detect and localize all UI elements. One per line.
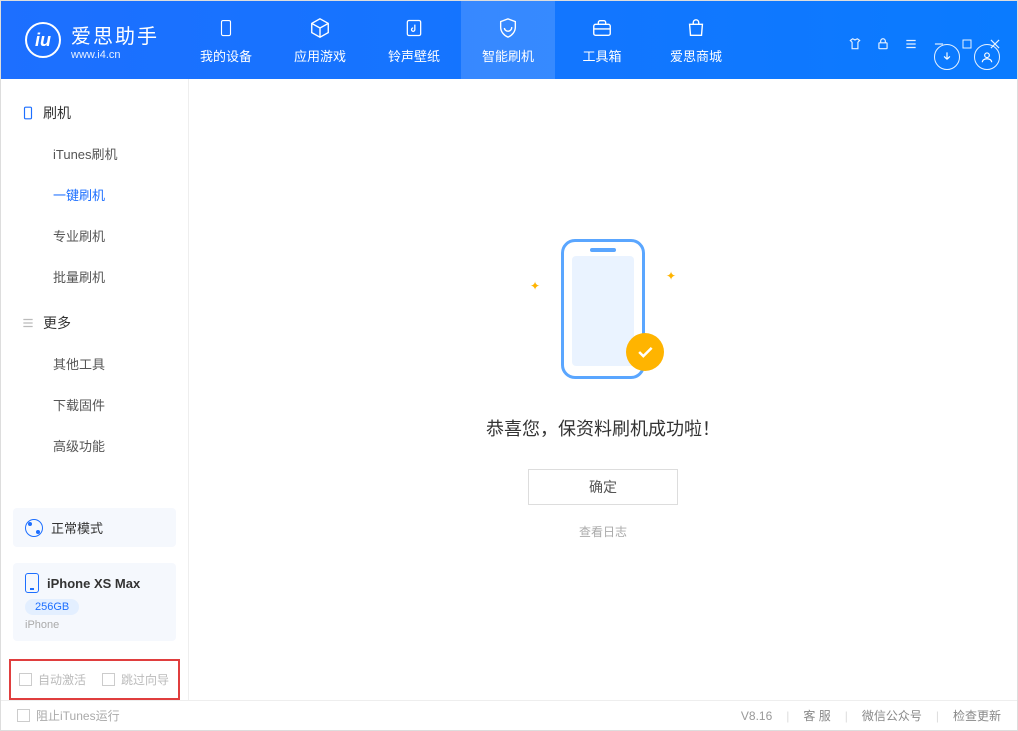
mode-text: 正常模式 <box>51 518 103 537</box>
lock-icon[interactable] <box>875 36 891 52</box>
checkbox-icon <box>102 673 115 686</box>
footer-link-wechat[interactable]: 微信公众号 <box>862 707 922 724</box>
logo-icon: iu <box>25 22 61 58</box>
checkbox-skip-guide[interactable]: 跳过向导 <box>102 671 169 688</box>
check-badge-icon <box>626 333 664 371</box>
tab-apps-games[interactable]: 应用游戏 <box>273 1 367 79</box>
bag-icon <box>684 16 708 40</box>
ok-button[interactable]: 确定 <box>528 469 678 505</box>
sidebar-item-other-tools[interactable]: 其他工具 <box>1 343 188 384</box>
sidebar-section-flash: 刷机 <box>1 93 188 133</box>
sidebar-item-advanced[interactable]: 高级功能 <box>1 425 188 466</box>
section-title: 更多 <box>43 313 71 333</box>
device-type: iPhone <box>25 619 164 631</box>
tab-ringtones-wallpapers[interactable]: 铃声壁纸 <box>367 1 461 79</box>
device-storage-badge: 256GB <box>25 599 79 615</box>
checkbox-icon <box>17 709 30 722</box>
mode-icon <box>25 519 43 537</box>
sidebar-item-download-firmware[interactable]: 下载固件 <box>1 384 188 425</box>
tab-label: 工具箱 <box>582 46 621 65</box>
footer-link-update[interactable]: 检查更新 <box>953 707 1001 724</box>
sparkle-icon: ✦ <box>530 279 540 293</box>
separator: | <box>845 709 848 723</box>
sidebar-item-oneclick-flash[interactable]: 一键刷机 <box>1 174 188 215</box>
tab-store[interactable]: 爱思商城 <box>649 1 743 79</box>
main-content: ✦ ✦ 恭喜您，保资料刷机成功啦！ 确定 查看日志 <box>189 79 1017 700</box>
phone-icon <box>21 104 35 122</box>
toolbox-icon <box>590 16 614 40</box>
version-label: V8.16 <box>741 709 772 723</box>
success-message: 恭喜您，保资料刷机成功啦！ <box>486 415 720 441</box>
checkbox-auto-activate[interactable]: 自动激活 <box>19 671 86 688</box>
success-illustration: ✦ ✦ <box>538 239 668 389</box>
mode-status: 正常模式 <box>13 508 176 547</box>
sidebar-section-more: 更多 <box>1 303 188 343</box>
refresh-shield-icon <box>496 16 520 40</box>
app-url: www.i4.cn <box>71 49 159 61</box>
list-icon <box>21 316 35 330</box>
download-icon[interactable] <box>934 44 960 70</box>
app-logo: iu 爱思助手 www.i4.cn <box>1 20 179 61</box>
checkbox-label: 跳过向导 <box>121 671 169 688</box>
tab-label: 智能刷机 <box>482 46 534 65</box>
tab-smart-flash[interactable]: 智能刷机 <box>461 1 555 79</box>
footer-link-support[interactable]: 客 服 <box>803 707 830 724</box>
tab-label: 铃声壁纸 <box>388 46 440 65</box>
section-title: 刷机 <box>43 103 71 123</box>
tab-label: 应用游戏 <box>294 46 346 65</box>
tab-label: 爱思商城 <box>670 46 722 65</box>
sidebar-item-batch-flash[interactable]: 批量刷机 <box>1 256 188 297</box>
sidebar-item-itunes-flash[interactable]: iTunes刷机 <box>1 133 188 174</box>
header-user-icons <box>934 44 1000 70</box>
footer: 阻止iTunes运行 V8.16 | 客 服 | 微信公众号 | 检查更新 <box>1 700 1017 730</box>
checkbox-label: 自动激活 <box>38 671 86 688</box>
user-icon[interactable] <box>974 44 1000 70</box>
tab-label: 我的设备 <box>200 46 252 65</box>
sidebar-item-pro-flash[interactable]: 专业刷机 <box>1 215 188 256</box>
header: iu 爱思助手 www.i4.cn 我的设备 应用游戏 铃声壁纸 智能刷机 工具… <box>1 1 1017 79</box>
checkbox-icon <box>19 673 32 686</box>
separator: | <box>936 709 939 723</box>
music-icon <box>402 16 426 40</box>
checkbox-block-itunes[interactable]: 阻止iTunes运行 <box>17 707 120 724</box>
menu-icon[interactable] <box>903 36 919 52</box>
sparkle-icon: ✦ <box>666 269 676 283</box>
shirt-icon[interactable] <box>847 36 863 52</box>
app-name: 爱思助手 <box>71 20 159 49</box>
separator: | <box>786 709 789 723</box>
tab-toolbox[interactable]: 工具箱 <box>555 1 649 79</box>
checkbox-label: 阻止iTunes运行 <box>36 707 120 724</box>
tab-my-device[interactable]: 我的设备 <box>179 1 273 79</box>
device-phone-icon <box>25 573 39 593</box>
main-tabs: 我的设备 应用游戏 铃声壁纸 智能刷机 工具箱 爱思商城 <box>179 1 743 79</box>
device-name: iPhone XS Max <box>47 576 140 591</box>
device-info: iPhone XS Max 256GB iPhone <box>13 563 176 641</box>
view-log-link[interactable]: 查看日志 <box>579 523 627 540</box>
sidebar: 刷机 iTunes刷机 一键刷机 专业刷机 批量刷机 更多 其他工具 下载固件 … <box>1 79 189 700</box>
device-icon <box>214 16 238 40</box>
cube-icon <box>308 16 332 40</box>
flash-options-highlight: 自动激活 跳过向导 <box>9 659 180 700</box>
